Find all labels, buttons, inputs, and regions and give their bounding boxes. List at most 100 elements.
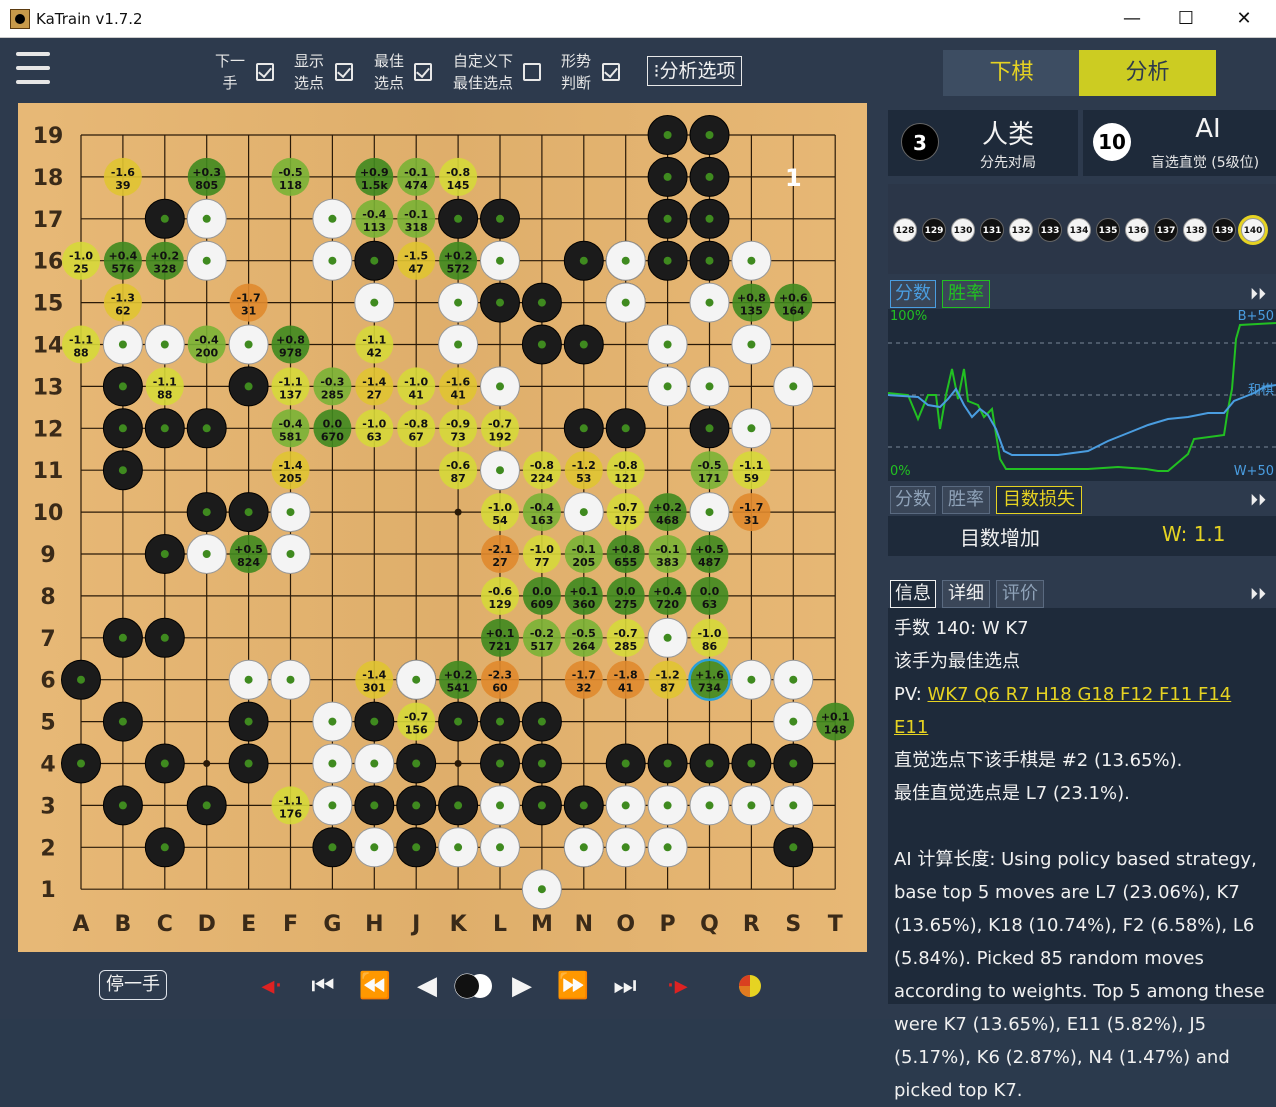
- candidate-move[interactable]: -1.054: [481, 493, 519, 532]
- candidate-move[interactable]: -0.1205: [564, 535, 603, 573]
- move-strip-stone[interactable]: 139: [1212, 218, 1236, 242]
- tab-graph-winrate[interactable]: 胜率: [942, 280, 990, 308]
- candidate-move[interactable]: -1.427: [355, 367, 394, 406]
- candidate-move[interactable]: 0.0609: [522, 576, 561, 615]
- move-strip-stone[interactable]: 134: [1067, 218, 1091, 242]
- candidate-move[interactable]: -0.4200: [187, 325, 226, 364]
- timer-icon[interactable]: [730, 970, 770, 1002]
- move-strip-stone[interactable]: 138: [1183, 218, 1207, 242]
- candidate-move[interactable]: -0.8145: [439, 157, 478, 196]
- collapse-info-icon[interactable]: ⏵⏵: [1250, 584, 1266, 604]
- last-move-icon[interactable]: ⏭: [605, 970, 645, 1002]
- top-moves-checkbox[interactable]: [414, 63, 432, 81]
- candidate-move[interactable]: -1.025: [62, 241, 100, 280]
- tab-info[interactable]: 信息: [890, 580, 936, 608]
- candidate-move[interactable]: -0.3285: [313, 367, 352, 406]
- move-strip-stone[interactable]: 133: [1038, 218, 1062, 242]
- candidate-move[interactable]: -1.362: [103, 283, 142, 322]
- show-dots-checkbox[interactable]: [335, 63, 353, 81]
- candidate-move[interactable]: -0.4163: [522, 493, 561, 532]
- white-player-box[interactable]: 10 AI 盲选直觉 (5级位): [1083, 110, 1276, 176]
- tab-loss-score[interactable]: 分数: [890, 486, 936, 514]
- candidate-move[interactable]: +0.8978: [271, 325, 310, 364]
- candidate-move[interactable]: -0.2517: [522, 618, 561, 657]
- first-move-icon[interactable]: ⏮: [303, 970, 343, 1002]
- candidate-move[interactable]: -0.4113: [355, 199, 394, 238]
- move-strip-stone[interactable]: 135: [1096, 218, 1120, 242]
- candidate-move[interactable]: -1.547: [397, 241, 436, 280]
- candidate-move[interactable]: +0.8655: [606, 535, 645, 573]
- candidate-move[interactable]: -1.4301: [355, 660, 394, 699]
- forward-one-icon[interactable]: ▶: [502, 970, 542, 1002]
- candidate-move[interactable]: +0.5824: [229, 535, 268, 573]
- candidate-move[interactable]: -0.7156: [397, 702, 436, 741]
- candidate-move[interactable]: +0.1148: [816, 702, 855, 741]
- collapse-loss-icon[interactable]: ⏵⏵: [1250, 490, 1266, 510]
- score-graph[interactable]: 100% 0% B+50 和棋 W+50: [887, 309, 1276, 481]
- candidate-move[interactable]: +0.4576: [103, 241, 142, 280]
- candidate-move[interactable]: -0.687: [439, 451, 478, 490]
- move-strip-stone[interactable]: 136: [1125, 218, 1149, 242]
- candidate-move[interactable]: -0.867: [397, 409, 436, 448]
- candidate-move[interactable]: -0.5264: [564, 618, 603, 657]
- candidate-move[interactable]: +0.8135: [732, 283, 771, 322]
- candidate-move[interactable]: -1.4205: [271, 451, 310, 490]
- candidate-move[interactable]: -0.973: [439, 409, 478, 448]
- prev-mistake-icon[interactable]: ◂·: [252, 970, 292, 1002]
- candidate-move[interactable]: -0.7175: [606, 493, 645, 532]
- candidate-move[interactable]: +0.2328: [145, 241, 184, 280]
- tab-points-lost[interactable]: 目数损失: [996, 486, 1082, 514]
- black-player-box[interactable]: 3 人类 分先对局: [888, 110, 1078, 176]
- candidate-move[interactable]: 0.0275: [606, 576, 645, 615]
- candidate-move[interactable]: -1.063: [355, 409, 394, 448]
- next-mistake-icon[interactable]: ·▸: [657, 970, 697, 1002]
- candidate-move[interactable]: -1.041: [397, 367, 436, 406]
- candidate-move[interactable]: -1.159: [732, 451, 771, 490]
- tab-graph-score[interactable]: 分数: [890, 280, 936, 308]
- analysis-options-button[interactable]: ⁝分析选项: [647, 56, 742, 86]
- pass-button[interactable]: 停一手: [99, 970, 167, 1000]
- back-ten-icon[interactable]: ⏪: [355, 970, 395, 1002]
- candidate-move[interactable]: -2.127: [481, 535, 519, 573]
- custom-top-moves-checkbox[interactable]: [523, 63, 541, 81]
- candidate-move[interactable]: +0.2541: [439, 660, 478, 699]
- minimize-button[interactable]: —: [1110, 4, 1154, 34]
- move-strip-stone[interactable]: 132: [1009, 218, 1033, 242]
- forward-ten-icon[interactable]: ⏩: [553, 970, 593, 1002]
- pv-link[interactable]: WK7 Q6 R7 H18 G18 F12 F11 F14 E11: [894, 684, 1231, 738]
- move-strip-stone[interactable]: 140: [1241, 218, 1265, 242]
- candidate-move[interactable]: -0.1474: [397, 157, 436, 196]
- candidate-move[interactable]: -1.077: [522, 535, 561, 573]
- candidate-move[interactable]: +0.2572: [439, 241, 478, 280]
- back-one-icon[interactable]: ◀: [407, 970, 447, 1002]
- tab-analysis[interactable]: 分析: [1079, 50, 1216, 96]
- candidate-move[interactable]: -1.732: [564, 660, 603, 699]
- territory-checkbox[interactable]: [602, 63, 620, 81]
- move-strip-stone[interactable]: 129: [922, 218, 946, 242]
- candidate-move[interactable]: -2.360: [481, 660, 519, 699]
- candidate-move[interactable]: -1.731: [229, 283, 268, 322]
- candidate-move[interactable]: +0.1721: [481, 618, 519, 657]
- candidate-move[interactable]: -0.1318: [397, 199, 436, 238]
- move-strip-stone[interactable]: 130: [951, 218, 975, 242]
- go-board[interactable]: A B C D E F G H J K L M N O P Q R S T 19 18 17 16 15 14 13 12 11 10 9…: [18, 103, 867, 952]
- candidate-move[interactable]: -1.086: [690, 618, 729, 657]
- move-tree-strip[interactable]: 128 129 130 131 132 133 134 135 136 137 138 139 140: [888, 184, 1276, 274]
- candidate-move[interactable]: +0.91.5k: [355, 157, 394, 196]
- candidate-move[interactable]: -0.7192: [481, 409, 519, 448]
- candidate-move[interactable]: -1.188: [145, 367, 184, 406]
- tab-detail[interactable]: 详细: [942, 580, 990, 608]
- candidate-move[interactable]: -0.5171: [690, 451, 729, 490]
- board-canvas[interactable]: A B C D E F G H J K L M N O P Q R S T191817161514131211109…: [18, 103, 867, 952]
- tab-loss-winrate[interactable]: 胜率: [942, 486, 990, 514]
- candidate-move[interactable]: -1.1137: [271, 367, 310, 406]
- candidate-move[interactable]: -1.841: [606, 660, 645, 699]
- candidate-move[interactable]: -0.8121: [606, 451, 645, 490]
- candidate-move[interactable]: -1.253: [564, 451, 603, 490]
- candidate-move[interactable]: -1.287: [648, 660, 687, 699]
- candidate-move[interactable]: -1.1176: [271, 786, 310, 825]
- move-strip-stone[interactable]: 137: [1154, 218, 1178, 242]
- maximize-button[interactable]: ☐: [1164, 4, 1208, 34]
- candidate-move[interactable]: +0.4720: [648, 576, 687, 615]
- candidate-move[interactable]: -0.5118: [271, 157, 310, 196]
